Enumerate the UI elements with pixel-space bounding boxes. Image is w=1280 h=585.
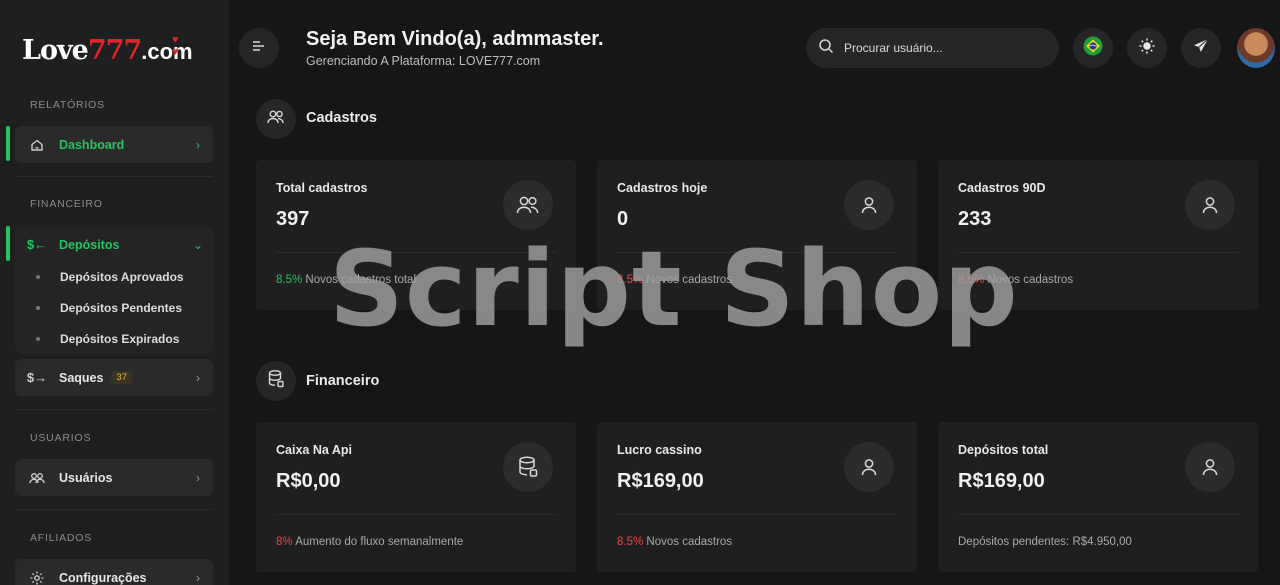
chevron-right-icon: › bbox=[196, 137, 200, 152]
card-value: 397 bbox=[276, 208, 310, 230]
section-icon bbox=[256, 361, 296, 401]
card-divider bbox=[958, 514, 1238, 515]
sidebar-item-saques[interactable]: $→ Saques 37 › bbox=[15, 359, 213, 396]
users-icon bbox=[503, 180, 553, 230]
menu-icon bbox=[252, 39, 266, 57]
search-icon bbox=[818, 38, 834, 59]
card-title: Cadastros hoje bbox=[617, 181, 708, 195]
bullet-icon bbox=[36, 337, 40, 341]
theme-toggle-button[interactable] bbox=[1127, 28, 1167, 68]
card-footer: 8.5% Novos cadastros bbox=[617, 274, 733, 286]
stat-card-depositos-total: Depósitos total R$169,00 Depósitos pende… bbox=[938, 422, 1258, 572]
chevron-right-icon: › bbox=[196, 370, 200, 385]
search-bar[interactable] bbox=[806, 28, 1059, 68]
card-divider bbox=[276, 514, 556, 515]
database-icon bbox=[267, 369, 285, 394]
card-title: Depósitos total bbox=[958, 443, 1049, 457]
page-title: Seja Bem Vindo(a), admmaster. bbox=[306, 28, 604, 50]
users-icon bbox=[266, 109, 286, 130]
language-button[interactable] bbox=[1073, 28, 1113, 68]
chevron-right-icon: › bbox=[196, 570, 200, 585]
count-badge: 37 bbox=[111, 371, 133, 384]
chevron-right-icon: › bbox=[196, 470, 200, 485]
card-value: R$169,00 bbox=[617, 470, 704, 492]
logo-hearts: ♥ ♥ bbox=[172, 34, 181, 58]
stat-card-lucro-cassino: Lucro cassino R$169,00 8.5% Novos cadast… bbox=[597, 422, 917, 572]
avatar[interactable] bbox=[1237, 28, 1275, 68]
section-title-financeiro: Financeiro bbox=[306, 373, 380, 389]
stat-card-caixa-api: Caixa Na Api R$0,00 8% Aumento do fluxo … bbox=[256, 422, 576, 572]
sidebar-item-configuracoes[interactable]: Configurações › bbox=[15, 559, 213, 585]
sidebar-item-label: Dashboard bbox=[59, 137, 125, 152]
sidebar-subitem-expirados[interactable]: Depósitos Expirados bbox=[15, 324, 213, 354]
card-footer: 8.5% Novos cadastros total bbox=[276, 274, 417, 286]
card-footer: 8.5% Novos cadastros bbox=[617, 536, 733, 548]
card-title: Total cadastros bbox=[276, 181, 368, 195]
gear-icon bbox=[15, 570, 59, 585]
deposit-icon: $← bbox=[26, 237, 48, 252]
sidebar-item-label: Configurações bbox=[59, 570, 147, 585]
launch-button[interactable] bbox=[1181, 28, 1221, 68]
logo-text: Love777.com bbox=[22, 34, 193, 66]
menu-toggle-button[interactable] bbox=[239, 28, 279, 68]
sidebar-item-depositos[interactable]: $← Depósitos ⌄ bbox=[15, 226, 213, 263]
card-value: R$0,00 bbox=[276, 470, 341, 492]
active-indicator bbox=[6, 226, 10, 261]
page-subtitle: Gerenciando A Plataforma: LOVE777.com bbox=[306, 54, 541, 68]
stat-card-total-cadastros: Total cadastros 397 8.5% Novos cadastros… bbox=[256, 160, 576, 310]
withdraw-icon: $→ bbox=[26, 370, 48, 385]
rocket-icon bbox=[1192, 37, 1210, 60]
card-divider bbox=[617, 252, 897, 253]
card-title: Cadastros 90D bbox=[958, 181, 1046, 195]
user-icon bbox=[1185, 442, 1235, 492]
database-icon bbox=[503, 442, 553, 492]
card-value: 233 bbox=[958, 208, 992, 230]
chevron-down-icon: ⌄ bbox=[192, 237, 204, 252]
card-title: Lucro cassino bbox=[617, 443, 702, 457]
sidebar-item-usuarios[interactable]: Usuários › bbox=[15, 459, 213, 496]
section-label-afiliados: AFILIADOS bbox=[30, 532, 93, 544]
divider bbox=[15, 176, 213, 177]
app: Love777.com ♥ ♥ RELATÓRIOS Dashboard › F… bbox=[0, 0, 1280, 585]
stat-card-cadastros-90d: Cadastros 90D 233 8.5% Novos cadastros bbox=[938, 160, 1258, 310]
card-divider bbox=[958, 252, 1238, 253]
logo[interactable]: Love777.com ♥ ♥ bbox=[22, 30, 193, 70]
card-divider bbox=[617, 514, 897, 515]
user-icon bbox=[844, 180, 894, 230]
search-input[interactable] bbox=[844, 41, 1044, 55]
card-title: Caixa Na Api bbox=[276, 443, 352, 457]
user-icon bbox=[844, 442, 894, 492]
sidebar-subitem-aprovados[interactable]: Depósitos Aprovados bbox=[15, 262, 213, 292]
card-value: R$169,00 bbox=[958, 470, 1045, 492]
brazil-flag-icon bbox=[1083, 36, 1103, 61]
divider bbox=[15, 509, 213, 510]
section-label-financeiro: FINANCEIRO bbox=[30, 198, 103, 210]
active-indicator bbox=[6, 126, 10, 161]
stat-card-cadastros-hoje: Cadastros hoje 0 8.5% Novos cadastros bbox=[597, 160, 917, 310]
section-label-relatorios: RELATÓRIOS bbox=[30, 99, 105, 111]
section-title-cadastros: Cadastros bbox=[306, 110, 377, 126]
card-footer: Depósitos pendentes: R$4.950,00 bbox=[958, 536, 1132, 548]
section-icon bbox=[256, 99, 296, 139]
sidebar-subitem-pendentes[interactable]: Depósitos Pendentes bbox=[15, 293, 213, 323]
home-icon bbox=[15, 137, 59, 153]
card-footer: 8% Aumento do fluxo semanalmente bbox=[276, 536, 464, 548]
sidebar-item-dashboard[interactable]: Dashboard › bbox=[15, 126, 213, 163]
user-icon bbox=[1185, 180, 1235, 230]
sidebar-item-label: Saques bbox=[59, 370, 104, 385]
sidebar-item-label: Depósitos bbox=[59, 237, 120, 252]
card-divider bbox=[276, 252, 556, 253]
sun-icon bbox=[1138, 37, 1156, 60]
bullet-icon bbox=[36, 306, 40, 310]
bullet-icon bbox=[36, 275, 40, 279]
sidebar: Love777.com ♥ ♥ RELATÓRIOS Dashboard › F… bbox=[0, 0, 229, 585]
divider bbox=[15, 409, 213, 410]
card-value: 0 bbox=[617, 208, 629, 230]
card-footer: 8.5% Novos cadastros bbox=[958, 274, 1074, 286]
sidebar-item-label: Usuários bbox=[59, 470, 113, 485]
section-label-usuarios: USUARIOS bbox=[30, 432, 92, 444]
users-icon bbox=[15, 471, 59, 485]
